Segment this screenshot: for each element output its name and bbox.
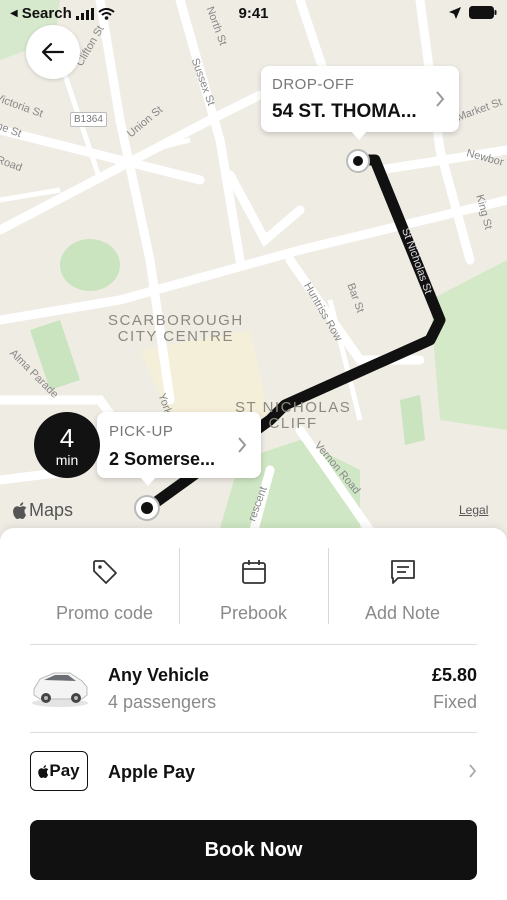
eta-unit: min bbox=[55, 452, 79, 468]
payment-method-name: Apple Pay bbox=[108, 762, 196, 782]
status-bar: ◀ Search 9:41 bbox=[0, 0, 507, 28]
book-now-button[interactable]: Book Now bbox=[30, 820, 477, 880]
tag-icon bbox=[92, 560, 117, 584]
chevron-right-icon bbox=[469, 764, 477, 778]
route-map[interactable]: SCARBOROUGH CITY CENTRE ST NICHOLAS CLIF… bbox=[0, 0, 507, 545]
eta-value: 4 bbox=[59, 423, 75, 453]
apple-pay-badge: Pay bbox=[30, 751, 88, 791]
calendar-icon bbox=[241, 560, 266, 584]
book-now-label: Book Now bbox=[204, 838, 303, 861]
legal-link[interactable]: Legal bbox=[459, 503, 488, 517]
apple-logo-icon bbox=[38, 764, 49, 778]
dropoff-callout-pointer bbox=[350, 130, 368, 140]
pickup-label: PICK-UP bbox=[109, 423, 174, 440]
arrow-left-icon bbox=[41, 42, 65, 62]
prebook-label: Prebook bbox=[219, 603, 288, 623]
battery-icon bbox=[469, 6, 497, 19]
map-label-b1364: B1364 bbox=[70, 112, 107, 127]
apple-pay-badge-text: Pay bbox=[49, 761, 80, 780]
status-right bbox=[449, 6, 497, 19]
pickup-address: 2 Somerse... bbox=[109, 449, 216, 469]
vehicle-name: Any Vehicle bbox=[108, 665, 210, 685]
dropoff-label: DROP-OFF bbox=[272, 76, 355, 93]
booking-sheet: Promo code Prebook Add Note Any Vehicle … bbox=[0, 528, 507, 900]
dropoff-callout[interactable]: DROP-OFF 54 ST. THOMA... bbox=[261, 66, 459, 132]
prebook-button[interactable]: Prebook bbox=[179, 548, 328, 644]
pickup-callout[interactable]: PICK-UP 2 Somerse... bbox=[97, 412, 261, 478]
maps-attribution: Maps bbox=[13, 500, 73, 521]
dropoff-address: 54 ST. THOMA... bbox=[272, 101, 417, 122]
note-icon bbox=[390, 560, 415, 584]
car-icon bbox=[32, 672, 88, 707]
location-arrow-icon bbox=[449, 6, 461, 19]
map-label-scarborough: SCARBOROUGH CITY CENTRE bbox=[108, 312, 244, 345]
chevron-right-icon bbox=[238, 437, 247, 453]
payment-method-row[interactable]: Pay Apple Pay bbox=[30, 733, 477, 813]
chevron-right-icon bbox=[436, 91, 445, 107]
add-note-label: Add Note bbox=[364, 603, 441, 623]
fare-type: Fixed bbox=[432, 692, 477, 712]
add-note-button[interactable]: Add Note bbox=[328, 548, 477, 644]
fare-price: £5.80 bbox=[431, 665, 477, 685]
ride-options: Promo code Prebook Add Note bbox=[30, 548, 477, 644]
pickup-callout-pointer bbox=[139, 476, 157, 486]
status-time: 9:41 bbox=[238, 5, 269, 22]
vehicle-row[interactable]: Any Vehicle 4 passengers £5.80 Fixed bbox=[30, 645, 477, 733]
maps-brand-text: Maps bbox=[29, 500, 74, 520]
apple-logo-icon bbox=[13, 502, 27, 519]
back-button[interactable] bbox=[26, 25, 80, 79]
promo-code-button[interactable]: Promo code bbox=[30, 548, 179, 644]
vehicle-capacity: 4 passengers bbox=[108, 692, 217, 712]
promo-code-label: Promo code bbox=[55, 603, 154, 623]
eta-badge: 4 min bbox=[34, 412, 100, 478]
